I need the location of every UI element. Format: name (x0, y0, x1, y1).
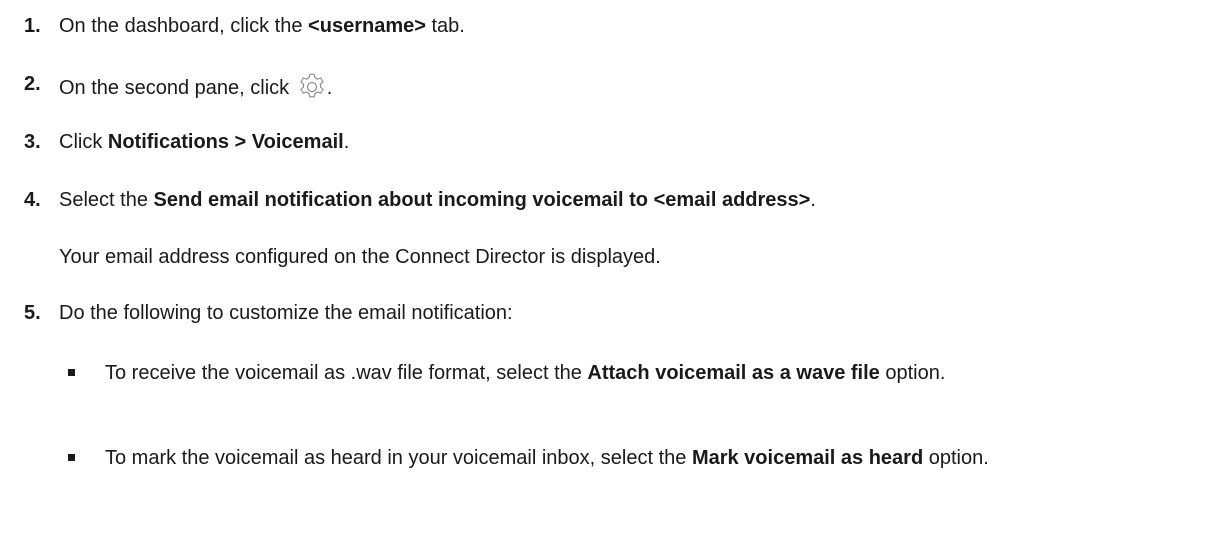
step-number: 1. (24, 15, 41, 37)
list-item-text: To mark the voicemail as heard in your v… (105, 447, 989, 469)
step-text: On the second pane, click . (59, 72, 332, 102)
menu-path: Notifications > Voicemail (107, 131, 344, 153)
option-name: Mark voicemail as heard (691, 447, 924, 469)
list-item-text: To receive the voicemail as .wav file fo… (105, 362, 946, 384)
step-text: Do the following to customize the email … (59, 302, 513, 324)
bullet-marker (68, 454, 75, 461)
option-name: Send email notification about incoming v… (153, 189, 811, 211)
step-text: On the dashboard, click the <username> t… (59, 15, 465, 37)
step-number: 5. (24, 302, 41, 324)
username-tab-label: <username> (308, 15, 426, 37)
step-number: 4. (24, 189, 41, 211)
option-name: Attach voicemail as a wave file (587, 362, 880, 384)
step-text: Select the Send email notification about… (59, 189, 816, 211)
step-4-note: Your email address configured on the Con… (59, 246, 661, 268)
step-number: 3. (24, 131, 41, 153)
bullet-marker (68, 369, 75, 376)
gear-icon (300, 73, 324, 98)
step-text: Click Notifications > Voicemail. (59, 131, 350, 153)
step-number: 2. (24, 73, 41, 95)
